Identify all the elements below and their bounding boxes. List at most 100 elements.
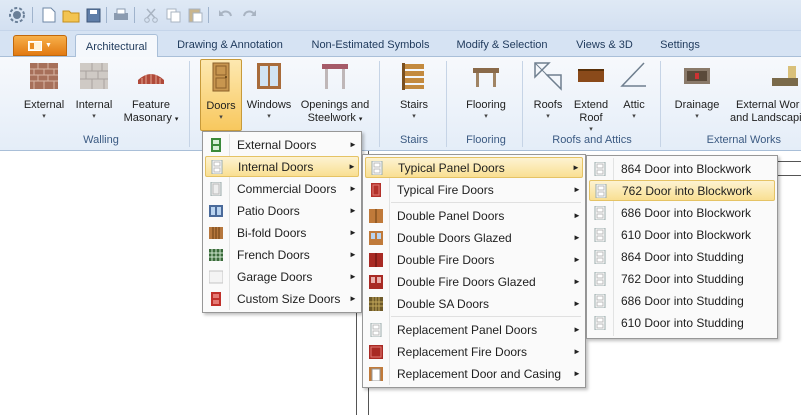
replacement-door-casing-icon [369,366,383,381]
flooring-icon [473,68,499,87]
openings-steelwork-button[interactable]: Openings and Steelwork ▾ [298,60,372,126]
submenu-arrow-icon: ► [349,294,357,303]
tab-architectural[interactable]: Architectural [75,34,158,58]
stairs-button[interactable]: Stairs ▾ [392,60,436,122]
dropdown-arrow-icon: ▾ [695,113,699,120]
roofs-button[interactable]: Roofs ▾ [530,60,566,122]
group-flooring: Flooring [466,134,506,146]
submenu-arrow-icon: ► [573,325,581,334]
redo-icon[interactable] [240,6,258,24]
external-door-icon [211,137,221,152]
attic-button[interactable]: Attic ▾ [616,60,652,122]
doors-button[interactable]: Doors ▾ [200,59,242,131]
block-wall-icon [80,63,108,89]
menu-item-replacement-fire-doors[interactable]: Replacement Fire Doors ► [365,341,583,362]
menu-item-762-blockwork[interactable]: 762 Door into Blockwork [589,180,775,201]
external-walling-button[interactable]: External ▾ [20,60,68,122]
menu-item-patio-doors[interactable]: Patio Doors ► [205,200,359,221]
menu-item-686-studding[interactable]: 686 Door into Studding [589,290,775,311]
flooring-label: Flooring [466,99,506,111]
dropdown-arrow-icon: ▾ [412,113,416,120]
drawing-line [774,175,801,176]
doors-menu: External Doors ► Internal Doors ► Commerci… [202,131,362,313]
opening-lintel-icon [322,64,348,89]
print-icon[interactable] [112,6,130,24]
menu-item-internal-doors[interactable]: Internal Doors ► [205,156,359,177]
menu-item-864-studding[interactable]: 864 Door into Studding [589,246,775,267]
submenu-arrow-icon: ► [573,347,581,356]
submenu-arrow-icon: ► [572,163,580,172]
tab-settings[interactable]: Settings [652,33,708,57]
menu-item-typical-fire-doors[interactable]: Typical Fire Doors ► [365,179,583,200]
extend-roof-button[interactable]: Extend Roof ▾ [570,60,612,135]
copy-icon[interactable] [164,6,182,24]
dropdown-arrow-icon: ▾ [546,113,550,120]
submenu-arrow-icon: ► [573,277,581,286]
panel-door-icon [594,271,606,286]
menu-item-typical-panel-doors[interactable]: Typical Panel Doors ► [365,157,583,178]
open-folder-icon[interactable] [62,6,80,24]
menu-item-commercial-doors[interactable]: Commercial Doors ► [205,178,359,199]
menu-item-external-doors[interactable]: External Doors ► [205,134,359,155]
feature-masonary-button[interactable]: Feature Masonary ▾ [118,60,184,126]
panel-door-icon [371,160,383,175]
landscaping-icon [772,66,798,86]
menu-item-double-panel-doors[interactable]: Double Panel Doors ► [365,205,583,226]
drainage-button[interactable]: Drainage ▾ [670,60,724,122]
menu-item-double-doors-glazed[interactable]: Double Doors Glazed ► [365,227,583,248]
submenu-arrow-icon: ► [573,255,581,264]
external-works-button[interactable]: External Wor and Landscapin [730,60,801,125]
paste-icon[interactable] [186,6,204,24]
ribbon-tab-bar: ▼ Architectural Drawing & Annotation Non… [0,31,801,58]
application-menu-button[interactable]: ▼ [13,35,67,56]
menu-item-double-fire-doors[interactable]: Double Fire Doors ► [365,249,583,270]
tab-modify-selection[interactable]: Modify & Selection [449,33,555,57]
menu-item-double-fire-doors-glazed[interactable]: Double Fire Doors Glazed ► [365,271,583,292]
menu-item-762-studding[interactable]: 762 Door into Studding [589,268,775,289]
menu-item-610-studding[interactable]: 610 Door into Studding [589,312,775,333]
submenu-arrow-icon: ► [573,211,581,220]
submenu-arrow-icon: ► [349,206,357,215]
commercial-door-icon [210,181,222,196]
submenu-arrow-icon: ► [349,184,357,193]
group-stairs: Stairs [399,134,429,146]
internal-walling-button[interactable]: Internal ▾ [71,60,117,122]
dropdown-arrow-icon: ▾ [267,113,271,120]
new-file-icon[interactable] [40,6,58,24]
internal-door-icon [211,159,223,174]
app-menu-icon [28,40,43,51]
menu-item-610-blockwork[interactable]: 610 Door into Blockwork [589,224,775,245]
submenu-arrow-icon: ► [349,140,357,149]
menu-item-french-doors[interactable]: French Doors ► [205,244,359,265]
menu-item-replacement-door-casing[interactable]: Replacement Door and Casing ► [365,363,583,384]
menu-item-686-blockwork[interactable]: 686 Door into Blockwork [589,202,775,223]
dropdown-arrow-icon: ▾ [484,113,488,120]
group-walling: Walling [83,134,119,146]
panel-door-icon [595,183,607,198]
menu-item-replacement-panel-doors[interactable]: Replacement Panel Doors ► [365,319,583,340]
menu-item-double-sa-doors[interactable]: Double SA Doors ► [365,293,583,314]
menu-item-garage-doors[interactable]: Garage Doors ► [205,266,359,287]
attic-icon [620,62,646,87]
tab-drawing-annotation[interactable]: Drawing & Annotation [170,33,290,57]
doors-label: Doors [206,100,236,112]
menu-item-864-blockwork[interactable]: 864 Door into Blockwork [589,158,775,179]
undo-icon[interactable] [216,6,234,24]
door-icon [212,62,230,92]
flooring-button[interactable]: Flooring ▾ [458,60,514,122]
internal-label: Internal [75,99,113,111]
tab-non-estimated-symbols[interactable]: Non-Estimated Symbols [303,33,438,57]
panel-door-icon [594,161,606,176]
cut-icon[interactable] [142,6,160,24]
app-logo-icon[interactable] [8,6,26,24]
quick-access-toolbar [0,0,801,31]
patio-door-icon [209,204,223,217]
panel-door-icon [594,249,606,264]
windows-button[interactable]: Windows ▾ [244,60,294,122]
menu-item-bifold-doors[interactable]: Bi-fold Doors ► [205,222,359,243]
dropdown-arrow-icon: ▾ [632,113,636,120]
tab-views-3d[interactable]: Views & 3D [567,33,642,57]
save-icon[interactable] [84,6,102,24]
feature-masonary-label: Feature Masonary ▾ [123,99,179,124]
menu-item-custom-size-doors[interactable]: Custom Size Doors ► [205,288,359,309]
